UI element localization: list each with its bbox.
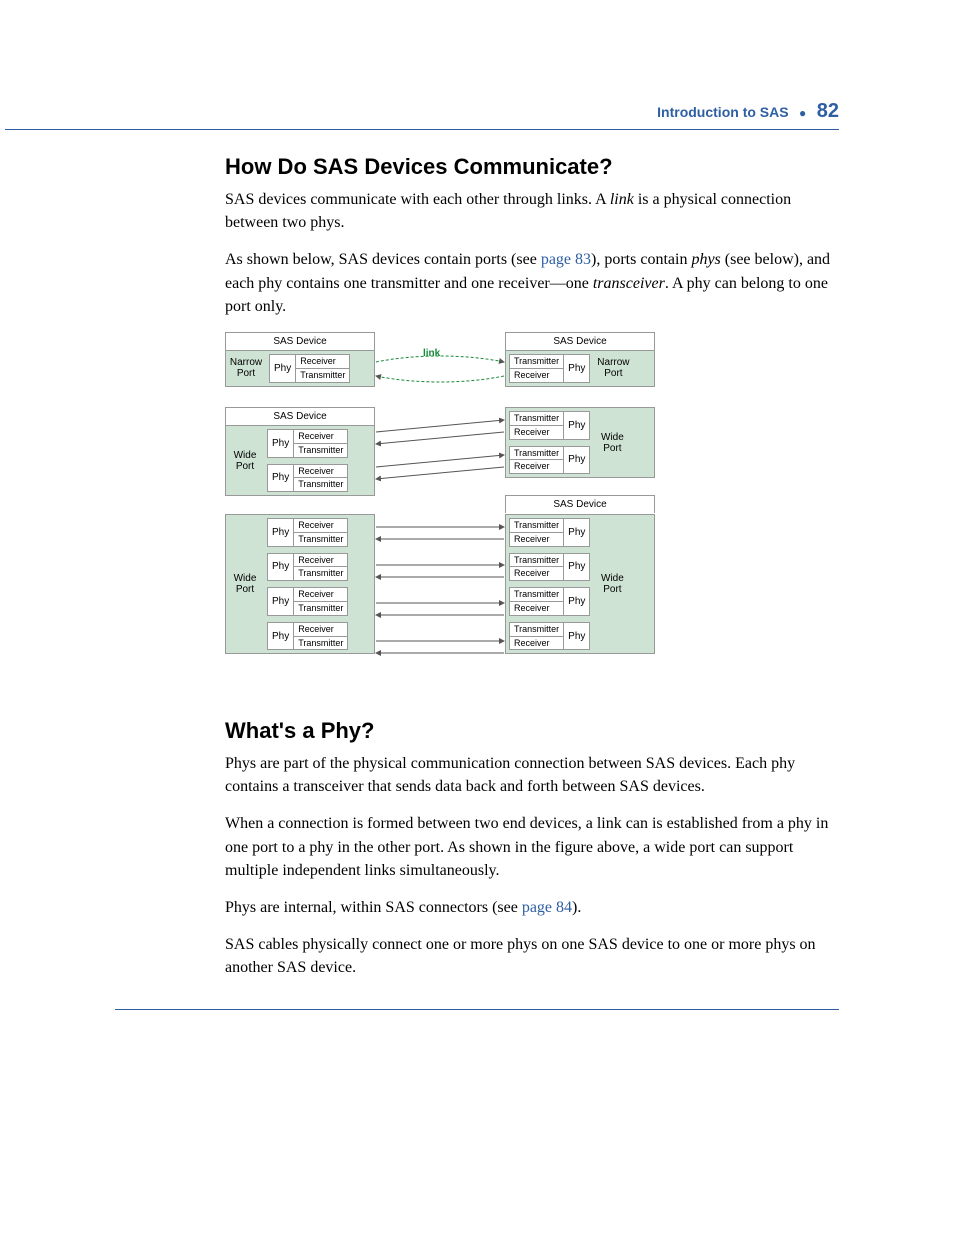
header-section: Introduction to SAS bbox=[657, 104, 788, 120]
phy-box: PhyReceiverTransmitter bbox=[267, 429, 348, 458]
running-header: Introduction to SAS ● 82 bbox=[115, 100, 839, 123]
device-title: SAS Device bbox=[506, 496, 654, 513]
footer-rule bbox=[115, 1009, 839, 1010]
bullet-icon: ● bbox=[799, 106, 806, 120]
port-label: Wide Port bbox=[226, 515, 264, 653]
phy-para-2: When a connection is formed between two … bbox=[225, 812, 839, 882]
phy-box: PhyReceiverTransmitter bbox=[267, 518, 348, 547]
device-title: SAS Device bbox=[226, 408, 374, 425]
port-narrow-left: Narrow Port Phy ReceiverTransmitter bbox=[226, 350, 374, 386]
phy-para-4: SAS cables physically connect one or mor… bbox=[225, 933, 839, 979]
phy-para-1: Phys are part of the physical communicat… bbox=[225, 752, 839, 798]
port-label: Wide Port bbox=[593, 515, 631, 653]
phy-para-3: Phys are internal, within SAS connectors… bbox=[225, 896, 839, 919]
text: ). bbox=[572, 899, 581, 916]
text: ), ports contain bbox=[591, 251, 691, 268]
device-mid-left: SAS Device Wide Port PhyReceiverTransmit… bbox=[225, 407, 375, 496]
phy-box: TransmitterReceiver Phy bbox=[509, 354, 590, 383]
term-link: link bbox=[610, 191, 634, 208]
device-title: SAS Device bbox=[226, 333, 374, 350]
phy-box: TransmitterReceiverPhy bbox=[509, 446, 590, 475]
term-phys: phys bbox=[691, 251, 720, 268]
phy-box: TransmitterReceiverPhy bbox=[509, 411, 590, 440]
phy-box: PhyReceiverTransmitter bbox=[267, 553, 348, 582]
link-page-84[interactable]: page 84 bbox=[522, 899, 572, 916]
label-link: link bbox=[423, 348, 440, 359]
port-label: Narrow Port bbox=[593, 351, 633, 386]
heading-communicate: How Do SAS Devices Communicate? bbox=[225, 154, 839, 180]
port-label: Narrow Port bbox=[226, 351, 266, 386]
phy-box: PhyReceiverTransmitter bbox=[267, 622, 348, 651]
document-page: Introduction to SAS ● 82 How Do SAS Devi… bbox=[0, 0, 954, 1090]
page-number: 82 bbox=[817, 100, 839, 122]
port-wide-left-4: Wide Port PhyReceiverTransmitter PhyRece… bbox=[226, 515, 374, 653]
device-top-left: SAS Device Narrow Port Phy ReceiverTrans… bbox=[225, 332, 375, 387]
phy-box: Phy ReceiverTransmitter bbox=[269, 354, 350, 383]
phy-box: TransmitterReceiverPhy bbox=[509, 622, 590, 651]
text: Phys are internal, within SAS connectors… bbox=[225, 899, 522, 916]
port-label: Wide Port bbox=[593, 408, 631, 477]
para-1: SAS devices communicate with each other … bbox=[225, 188, 839, 234]
rt-pair: ReceiverTransmitter bbox=[295, 355, 349, 382]
device-bot-right: TransmitterReceiverPhy TransmitterReceiv… bbox=[505, 514, 655, 654]
port-wide-right-2: TransmitterReceiverPhy TransmitterReceiv… bbox=[506, 408, 654, 477]
sas-diagram: SAS Device Narrow Port Phy ReceiverTrans… bbox=[225, 332, 655, 692]
text: SAS devices communicate with each other … bbox=[225, 191, 610, 208]
device-top-right: SAS Device TransmitterReceiver Phy Narro… bbox=[505, 332, 655, 387]
link-page-83[interactable]: page 83 bbox=[541, 251, 591, 268]
port-wide-right-4: TransmitterReceiverPhy TransmitterReceiv… bbox=[506, 515, 654, 653]
phy-box: PhyReceiverTransmitter bbox=[267, 587, 348, 616]
main-content: How Do SAS Devices Communicate? SAS devi… bbox=[115, 130, 839, 979]
heading-phy: What's a Phy? bbox=[225, 718, 839, 744]
port-narrow-right: TransmitterReceiver Phy Narrow Port bbox=[506, 350, 654, 386]
port-wide-left-2: Wide Port PhyReceiverTransmitter PhyRece… bbox=[226, 425, 374, 495]
device-mid-right: TransmitterReceiverPhy TransmitterReceiv… bbox=[505, 407, 655, 478]
term-transceiver: transceiver bbox=[593, 275, 665, 292]
para-2: As shown below, SAS devices contain port… bbox=[225, 248, 839, 318]
port-label: Wide Port bbox=[226, 426, 264, 495]
device-title: SAS Device bbox=[506, 333, 654, 350]
phy-label: Phy bbox=[270, 355, 295, 382]
rt-pair: TransmitterReceiver bbox=[510, 355, 564, 382]
phy-box: TransmitterReceiverPhy bbox=[509, 518, 590, 547]
device-bot-left: Wide Port PhyReceiverTransmitter PhyRece… bbox=[225, 514, 375, 654]
phy-label: Phy bbox=[564, 355, 589, 382]
phy-box: PhyReceiverTransmitter bbox=[267, 464, 348, 493]
phy-box: TransmitterReceiverPhy bbox=[509, 587, 590, 616]
text: As shown below, SAS devices contain port… bbox=[225, 251, 541, 268]
device-label-right: SAS Device bbox=[505, 495, 655, 513]
phy-box: TransmitterReceiverPhy bbox=[509, 553, 590, 582]
